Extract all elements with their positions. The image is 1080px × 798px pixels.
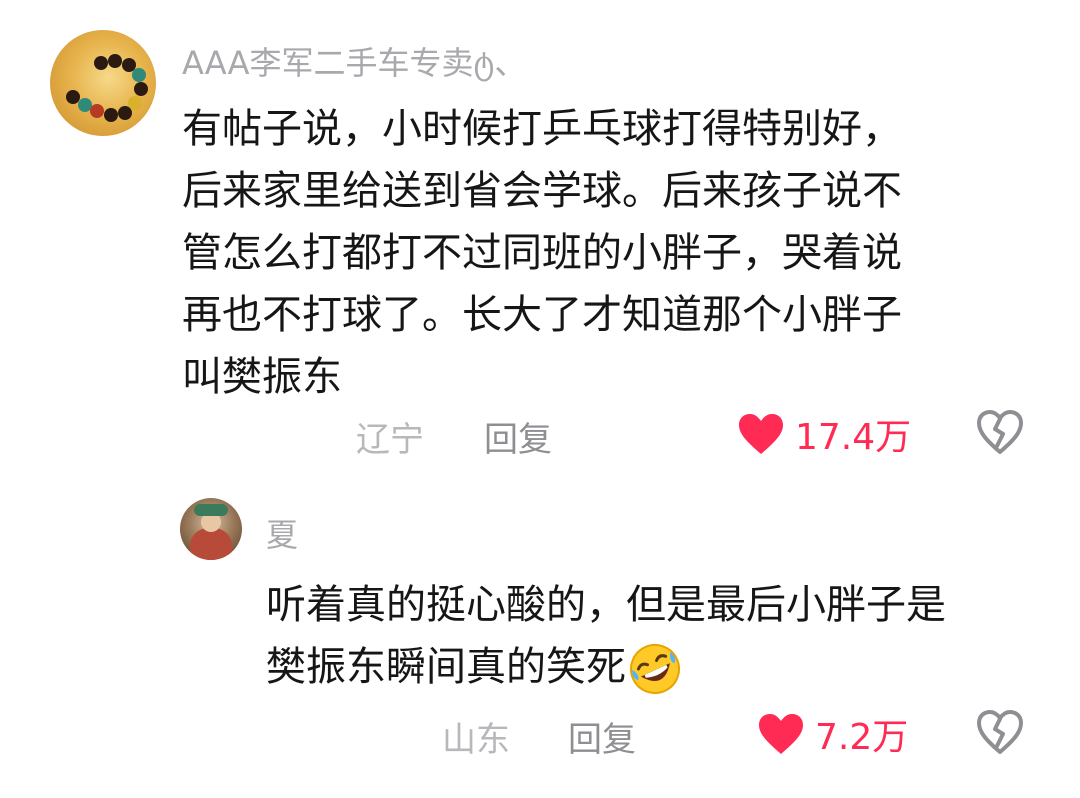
comment-line: 听着真的挺心酸的，但是最后小胖子是 <box>266 582 946 628</box>
bead <box>90 104 104 118</box>
like-count: 7.2万 <box>815 717 909 758</box>
reply-button[interactable]: 回复 <box>484 412 552 461</box>
bead <box>132 68 146 82</box>
reply-button[interactable]: 回复 <box>568 712 636 761</box>
like-button[interactable]: 17.4万 <box>737 408 911 460</box>
avatar[interactable] <box>180 498 242 560</box>
bead <box>104 108 118 122</box>
comment-line: 再也不打球了。长大了才知道那个小胖子 <box>182 292 902 338</box>
comment-line: 叫樊振东 <box>182 354 342 400</box>
rolling-laughing-emoji <box>628 642 682 696</box>
location: 山东 <box>442 720 510 760</box>
comment-line: 管怎么打都打不过同班的小胖子，哭着说 <box>182 230 902 276</box>
comment-text: 有帖子说，小时候打乒乓球打得特别好， 后来家里给送到省会学球。后来孩子说不 管怎… <box>182 98 1022 408</box>
comment-line: 樊振东瞬间真的笑死 <box>266 644 626 690</box>
bead <box>122 58 136 72</box>
username[interactable]: 夏 <box>266 510 298 556</box>
like-count: 17.4万 <box>795 417 912 458</box>
location: 辽宁 <box>356 420 424 460</box>
comment-text: 听着真的挺心酸的，但是最后小胖子是 樊振东瞬间真的笑死 <box>266 574 1056 698</box>
heart-icon <box>757 712 805 756</box>
bead <box>134 82 148 96</box>
broken-heart-icon[interactable] <box>976 710 1024 760</box>
comment-line-with-emoji: 樊振东瞬间真的笑死 <box>266 636 1056 698</box>
bead <box>128 96 142 110</box>
username[interactable]: AAA李军二手车专卖ტ、 <box>182 38 526 84</box>
like-button[interactable]: 7.2万 <box>757 708 908 760</box>
comment-line: 有帖子说，小时候打乒乓球打得特别好， <box>182 106 902 152</box>
bead <box>108 54 122 68</box>
heart-icon <box>737 412 785 456</box>
broken-heart-icon[interactable] <box>976 410 1024 460</box>
avatar-figure <box>190 528 232 560</box>
comment-line: 后来家里给送到省会学球。后来孩子说不 <box>182 168 902 214</box>
avatar-hat <box>194 504 228 516</box>
avatar[interactable] <box>50 30 156 136</box>
bead <box>94 56 108 70</box>
